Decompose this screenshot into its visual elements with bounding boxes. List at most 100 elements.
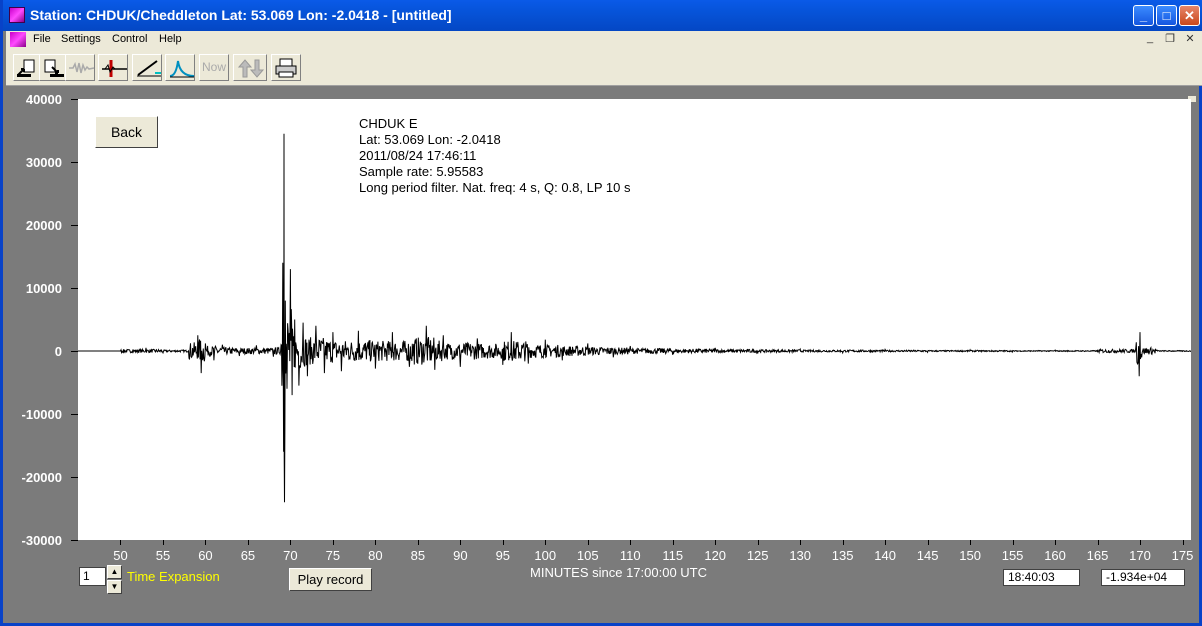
x-tick-mark xyxy=(715,540,717,545)
y-tick-mark xyxy=(71,414,78,415)
y-tick-label: -30000 xyxy=(21,533,62,548)
title-bar[interactable]: Station: CHDUK/Cheddleton Lat: 53.069 Lo… xyxy=(3,0,1202,31)
x-tick-label: 135 xyxy=(831,548,854,563)
y-tick-mark xyxy=(71,225,78,226)
y-tick-mark xyxy=(71,477,78,478)
record-datetime: 2011/08/24 17:46:11 xyxy=(359,148,477,163)
menu-file[interactable]: File xyxy=(33,33,51,45)
x-tick-label: 55 xyxy=(155,548,171,563)
x-tick-mark xyxy=(927,540,929,545)
spectrum-peak-button[interactable] xyxy=(165,54,195,81)
x-tick-mark xyxy=(587,540,589,545)
station-location: Lat: 53.069 Lon: -2.0418 xyxy=(359,132,501,147)
print-button[interactable] xyxy=(271,54,301,81)
station-channel: CHDUK E xyxy=(359,116,418,131)
x-tick-mark xyxy=(1012,540,1014,545)
x-tick-mark xyxy=(332,540,334,545)
x-tick-label: 165 xyxy=(1086,548,1109,563)
waveform-button[interactable] xyxy=(65,54,95,81)
app-icon[interactable] xyxy=(9,7,25,23)
x-tick-mark xyxy=(885,540,887,545)
now-button[interactable]: Now xyxy=(199,54,229,81)
time-readout: 18:40:03 xyxy=(1003,569,1080,586)
up-down-button[interactable] xyxy=(233,54,267,81)
spectrum-peak-icon xyxy=(169,60,195,78)
y-tick-label: -10000 xyxy=(21,407,62,422)
x-tick-label: 90 xyxy=(453,548,468,563)
menu-bar: File Settings Control Help _ ❐ ✕ xyxy=(6,31,1202,49)
x-tick-label: 170 xyxy=(1129,548,1151,563)
time-expansion-label: Time Expansion xyxy=(127,569,220,584)
menu-help[interactable]: Help xyxy=(159,33,182,45)
back-button[interactable]: Back xyxy=(95,116,158,148)
x-tick-mark xyxy=(290,540,292,545)
seismogram-line xyxy=(78,133,1192,503)
y-tick-mark xyxy=(71,351,78,352)
y-tick-label: 20000 xyxy=(25,218,62,233)
x-tick-mark xyxy=(205,540,207,545)
spin-down-button[interactable]: ▼ xyxy=(107,580,122,594)
x-tick-mark xyxy=(375,540,377,545)
x-axis-label: MINUTES since 17:00:00 UTC xyxy=(530,565,708,580)
x-tick-label: 175 xyxy=(1171,548,1194,563)
menu-settings[interactable]: Settings xyxy=(61,33,101,45)
time-expansion-input[interactable]: 1 xyxy=(79,567,106,586)
x-tick-mark xyxy=(247,540,249,545)
mdi-minimize-button[interactable]: _ xyxy=(1143,32,1157,44)
x-tick-mark xyxy=(417,540,419,545)
x-tick-mark xyxy=(630,540,632,545)
filter-description: Long period filter. Nat. freq: 4 s, Q: 0… xyxy=(359,180,631,195)
x-tick-mark xyxy=(162,540,164,545)
now-label: Now xyxy=(201,60,226,74)
x-tick-mark xyxy=(1182,540,1184,545)
mdi-restore-button[interactable]: ❐ xyxy=(1163,32,1177,45)
x-tick-label: 95 xyxy=(495,548,511,563)
x-tick-mark xyxy=(842,540,844,545)
menu-control[interactable]: Control xyxy=(112,33,147,45)
x-tick-mark xyxy=(120,540,122,545)
x-tick-mark xyxy=(970,540,972,545)
x-tick-label: 105 xyxy=(576,548,599,563)
seismogram-trace-area xyxy=(78,133,1192,503)
y-tick-mark xyxy=(71,540,78,541)
x-tick-label: 120 xyxy=(704,548,727,563)
x-tick-label: 145 xyxy=(916,548,939,563)
x-tick-mark xyxy=(1055,540,1057,545)
x-tick-label: 115 xyxy=(662,548,684,563)
play-record-button[interactable]: Play record xyxy=(289,568,372,591)
toolbar: Now xyxy=(6,49,1202,86)
y-tick-label: -20000 xyxy=(21,470,62,485)
value-readout: -1.934e+04 xyxy=(1101,569,1185,586)
save-file-icon xyxy=(44,59,64,77)
x-tick-label: 160 xyxy=(1044,548,1066,563)
mdi-close-button[interactable]: ✕ xyxy=(1183,32,1197,45)
x-tick-label: 50 xyxy=(113,548,128,563)
x-tick-label: 65 xyxy=(240,548,256,563)
y-tick-label: 40000 xyxy=(25,92,62,107)
x-tick-mark xyxy=(1140,540,1142,545)
x-tick-label: 155 xyxy=(1001,548,1024,563)
pick-marker-icon xyxy=(102,60,127,77)
x-tick-label: 100 xyxy=(534,548,557,563)
close-button[interactable]: ✕ xyxy=(1179,5,1200,26)
x-tick-label: 130 xyxy=(789,548,812,563)
up-down-arrows-icon xyxy=(237,59,265,78)
document-icon[interactable] xyxy=(10,32,26,47)
up-arrow-icon: ▲ xyxy=(110,567,119,576)
y-tick-label: 0 xyxy=(54,344,62,359)
filter-ramp-icon xyxy=(137,60,161,77)
print-icon xyxy=(275,58,297,78)
x-tick-mark xyxy=(545,540,547,545)
x-tick-label: 110 xyxy=(619,548,641,563)
seismogram-plot[interactable] xyxy=(78,99,1192,540)
pick-marker-button[interactable] xyxy=(98,54,128,81)
station-info: CHDUK E Lat: 53.069 Lon: -2.0418 2011/08… xyxy=(359,116,630,196)
x-tick-mark xyxy=(1097,540,1099,545)
filter-ramp-button[interactable] xyxy=(132,54,162,81)
spin-up-button[interactable]: ▲ xyxy=(107,565,122,579)
x-tick-label: 150 xyxy=(959,548,981,563)
y-tick-label: 10000 xyxy=(25,281,62,296)
minimize-button[interactable]: _ xyxy=(1133,5,1154,26)
maximize-button[interactable]: □ xyxy=(1156,5,1177,26)
x-tick-label: 125 xyxy=(746,548,769,563)
